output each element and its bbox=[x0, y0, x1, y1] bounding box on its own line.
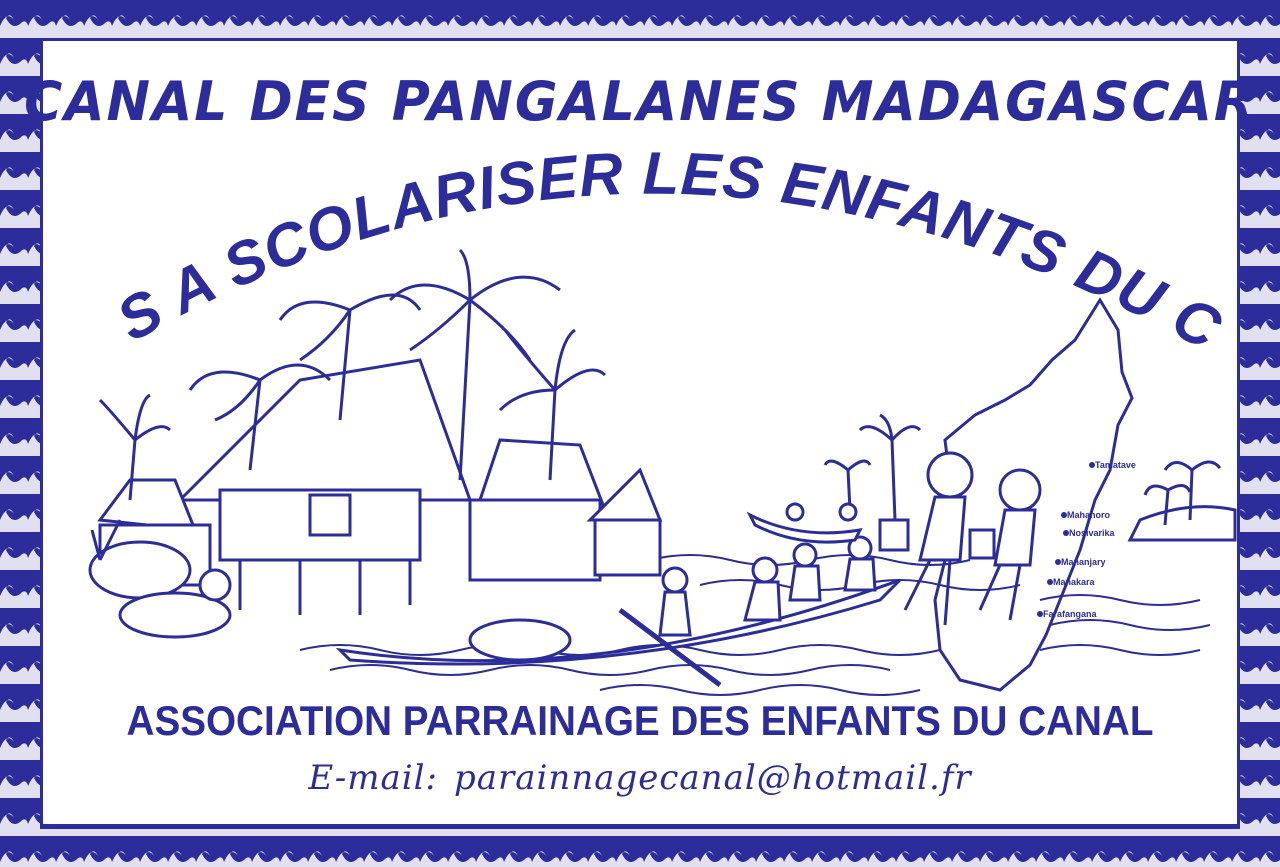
stilt-house-right bbox=[468, 438, 663, 582]
town-mananjary: Mananjary bbox=[1061, 557, 1106, 567]
town-farafangana: Farafangana bbox=[1043, 609, 1098, 619]
email-address[interactable]: parainnagecanal@hotmail.fr bbox=[454, 758, 972, 798]
town-tamatave: Tamatave bbox=[1095, 460, 1136, 470]
title-line1: CANAL DES PANGALANES MADAGASCAR bbox=[24, 70, 1256, 134]
association-name: ASSOCIATION PARRAINAGE DES ENFANTS DU CA… bbox=[126, 697, 1154, 744]
town-nosivarika: Nosivarika bbox=[1069, 528, 1116, 538]
islet-right bbox=[1127, 460, 1237, 542]
title-line2: AIDONS A SCOLARISER LES ENFANTS DU CANAL bbox=[0, 0, 1233, 363]
small-canoe bbox=[746, 502, 863, 544]
town-manakara: Manakara bbox=[1053, 577, 1096, 587]
town-mahanoro: Mahanoro bbox=[1067, 510, 1111, 520]
email-label: E-mail: bbox=[308, 758, 438, 798]
poster: AIDONS A SCOLARISER LES ENFANTS DU CANAL… bbox=[0, 0, 1280, 867]
email-line: E-mail: parainnagecanal@hotmail.fr bbox=[0, 758, 1280, 798]
